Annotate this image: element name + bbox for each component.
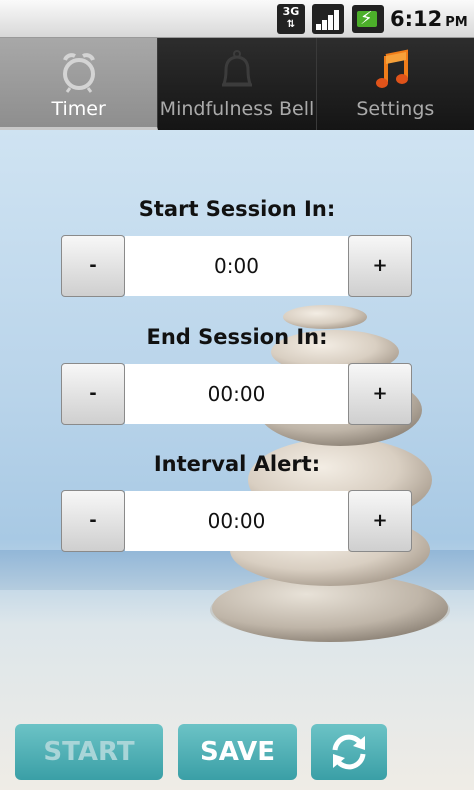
tab-settings[interactable]: Settings: [316, 38, 474, 130]
interval-alert-label: Interval Alert:: [153, 452, 321, 476]
start-session-decrement-button[interactable]: -: [61, 235, 125, 297]
tab-settings-label: Settings: [356, 98, 435, 120]
battery-charging-icon: ⚡: [352, 5, 384, 33]
tab-timer-label: Timer: [51, 98, 106, 120]
tab-mindfulness-bell-label: Mindfulness Bell: [159, 98, 315, 120]
status-bar: 3G ⇅ ⚡ 6:12 PM: [0, 0, 474, 38]
refresh-icon: [332, 734, 366, 770]
signal-strength-icon: [312, 4, 344, 34]
refresh-button[interactable]: [311, 724, 387, 780]
start-session-increment-button[interactable]: +: [348, 235, 412, 297]
start-button[interactable]: START: [15, 724, 163, 780]
end-session-label: End Session In:: [146, 325, 328, 349]
end-session-row: - 00:00 +: [61, 363, 412, 425]
start-session-label: Start Session In:: [138, 197, 336, 221]
start-session-row: - 0:00 +: [61, 235, 412, 297]
bell-icon: [221, 50, 253, 87]
music-notes-icon: [376, 49, 409, 88]
interval-alert-row: - 00:00 +: [61, 490, 412, 552]
network-type: 3G: [282, 5, 300, 18]
timer-panel: Start Session In: - 0:00 + End Session I…: [0, 130, 474, 790]
end-session-value[interactable]: 00:00: [125, 364, 348, 424]
alarm-clock-icon: [62, 53, 95, 93]
status-time: 6:12 PM: [390, 4, 468, 34]
start-session-value[interactable]: 0:00: [125, 236, 348, 296]
end-session-increment-button[interactable]: +: [348, 363, 412, 425]
save-button[interactable]: SAVE: [178, 724, 297, 780]
end-session-decrement-button[interactable]: -: [61, 363, 125, 425]
clock-ampm: PM: [445, 15, 468, 30]
tab-timer[interactable]: Timer: [0, 38, 159, 130]
interval-alert-increment-button[interactable]: +: [348, 490, 412, 552]
tab-mindfulness-bell[interactable]: Mindfulness Bell: [158, 38, 317, 130]
network-3g-icon: 3G ⇅: [277, 4, 305, 34]
tab-bar: Timer Mindfulness Bell Settings: [0, 38, 474, 130]
interval-alert-decrement-button[interactable]: -: [61, 490, 125, 552]
interval-alert-value[interactable]: 00:00: [125, 491, 348, 551]
clock-time: 6:12: [390, 7, 443, 31]
